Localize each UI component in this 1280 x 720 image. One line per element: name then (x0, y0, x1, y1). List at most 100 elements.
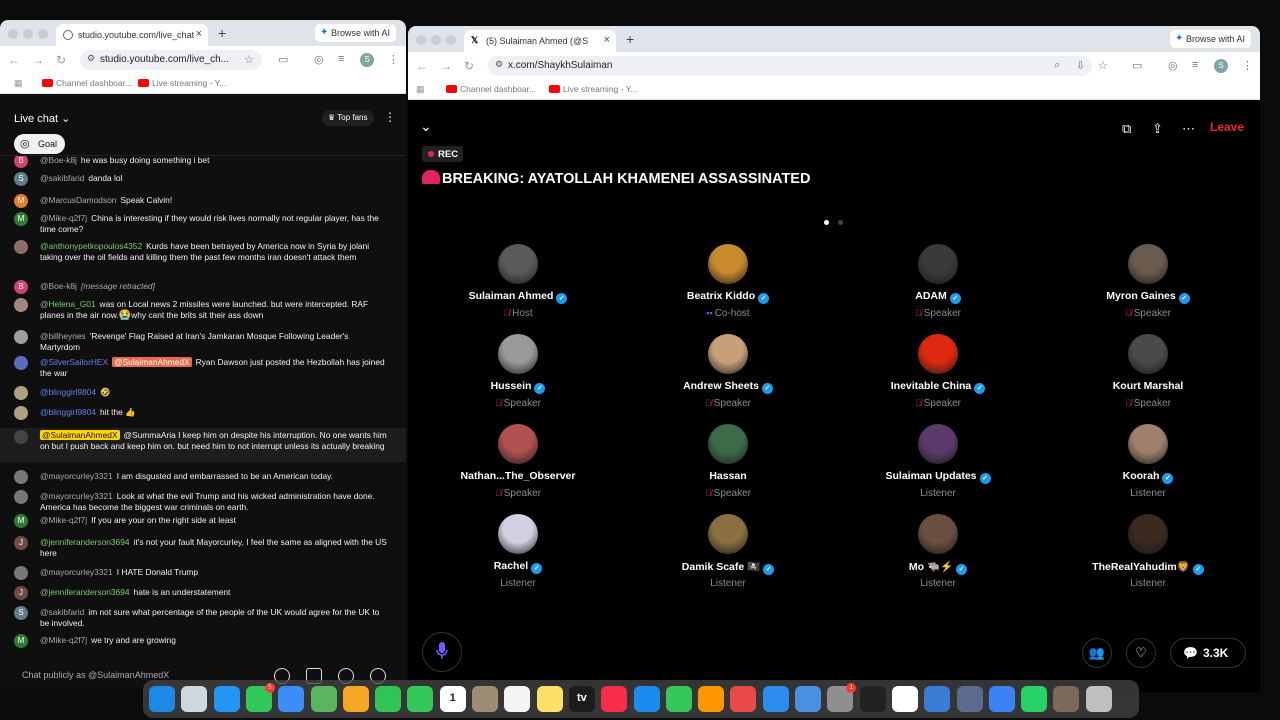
participant-avatar[interactable] (498, 334, 538, 374)
quicktime-icon[interactable] (988, 686, 1015, 712)
zoom-icon[interactable]: ⌕ (1054, 59, 1060, 72)
live-chat-dropdown[interactable]: Live chat ⌄ (14, 112, 70, 125)
author-name[interactable]: @sakibfarid (40, 607, 84, 617)
install-icon[interactable]: ⇩ (1076, 59, 1085, 72)
author-name[interactable]: @mayorcurley3321 (40, 471, 113, 481)
author-avatar[interactable]: M (14, 212, 28, 226)
extension-icon[interactable]: ◎ (1168, 59, 1178, 72)
phone-icon[interactable] (407, 686, 434, 712)
participant-avatar[interactable] (918, 244, 958, 284)
participant-avatar[interactable] (1128, 244, 1168, 284)
participant-avatar[interactable] (1128, 514, 1168, 554)
participant-avatar[interactable] (918, 424, 958, 464)
menu-icon[interactable]: ⋮ (1242, 59, 1253, 72)
author-avatar[interactable]: B (14, 280, 28, 294)
author-name[interactable]: @Boe-k8j (40, 281, 77, 291)
finder-2-icon[interactable] (956, 686, 983, 712)
author-avatar[interactable]: M (14, 194, 28, 208)
bookmark-channel-dashboard[interactable]: Channel dashboar... (446, 84, 536, 94)
chat-message[interactable]: J @jenniferanderson3694 hate is an underst… (0, 586, 406, 606)
chat-message[interactable]: M @MarcusDamodson Speak Calvin! (0, 194, 406, 214)
author-name[interactable]: @sakibfarid (40, 173, 84, 183)
menu-icon[interactable]: ⋮ (388, 53, 399, 66)
tab-live-chat[interactable]: studio.youtube.com/live_chat × (56, 24, 208, 46)
chat-message[interactable]: @mayorcurley3321 Look at what the evil Tr… (0, 490, 406, 512)
bookmark-live-streaming[interactable]: Live streaming - Y... (138, 78, 226, 88)
author-name[interactable]: @anthonypetkopoulos4352 (40, 241, 142, 251)
mention-badge[interactable]: @SulaimanAhmedX (112, 357, 192, 367)
chat-message[interactable]: S @sakibfarid danda lol (0, 172, 406, 192)
close-window-button[interactable] (8, 29, 18, 39)
browse-with-ai-button[interactable]: ✦ Browse with AI (315, 24, 397, 42)
back-icon[interactable]: ← (8, 53, 20, 67)
participant-avatar[interactable] (1128, 424, 1168, 464)
participant-avatar[interactable] (918, 334, 958, 374)
browse-with-ai-button[interactable]: ✦ Browse with AI (1170, 30, 1252, 48)
rocket-icon[interactable] (730, 686, 757, 712)
participant-avatar[interactable] (708, 334, 748, 374)
author-avatar[interactable] (14, 470, 28, 484)
forward-icon[interactable]: → (440, 59, 452, 73)
bookmark-star-icon[interactable]: ☆ (244, 53, 254, 66)
author-avatar[interactable]: S (14, 172, 28, 186)
author-name[interactable]: @Boe-k8j (40, 156, 77, 165)
reminders-icon[interactable] (504, 686, 531, 712)
chat-message[interactable]: B @Boe-k8j [message retracted] (0, 280, 406, 300)
chat-message[interactable]: @SilverSailorHEX @SulaimanAhmedX Ryan Daws… (0, 356, 406, 378)
zoom-window-button[interactable] (38, 29, 48, 39)
chat-message[interactable]: @billheynes 'Revenge' Flag Raised at Iran… (0, 330, 406, 352)
close-window-button[interactable] (416, 35, 426, 45)
share-icon[interactable]: ⇪ (1152, 121, 1163, 137)
close-tab-icon[interactable]: × (604, 34, 610, 46)
chrome-icon[interactable] (891, 686, 918, 712)
author-name[interactable]: @SilverSailorHEX (40, 357, 108, 367)
facetime-icon[interactable] (375, 686, 402, 712)
participant-avatar[interactable] (708, 244, 748, 284)
goal-button[interactable]: ◎ Goal (14, 134, 66, 154)
address-bar[interactable]: ⚙ x.com/ShaykhSulaiman (488, 56, 1092, 76)
author-avatar[interactable] (14, 330, 28, 344)
author-avatar[interactable]: M (14, 514, 28, 528)
author-name[interactable]: @Mike-q2f7j (40, 213, 87, 223)
chat-message[interactable]: J @jenniferanderson3694 it's not your faul… (0, 536, 406, 558)
minimize-space-icon[interactable]: ⌄ (420, 118, 432, 135)
more-icon[interactable]: ⋯ (1182, 121, 1195, 137)
site-info-icon[interactable]: ⚙ (87, 53, 95, 64)
reload-icon[interactable]: ↻ (56, 53, 66, 67)
chat-message-list[interactable]: B @Boe-k8j he was busy doing something i b… (0, 156, 406, 670)
music-icon[interactable] (601, 686, 628, 712)
comments-button[interactable]: 💬 3.3K (1170, 638, 1246, 668)
bookmark-live-streaming[interactable]: Live streaming - Y... (549, 84, 637, 94)
profile-avatar[interactable]: S (360, 53, 374, 67)
author-avatar[interactable] (14, 430, 28, 444)
bookmark-channel-dashboard[interactable]: Channel dashboar... (42, 78, 132, 88)
author-name[interactable]: @Helena_G01 (40, 299, 96, 309)
keynote-icon[interactable] (633, 686, 660, 712)
site-info-icon[interactable]: ⚙ (495, 59, 503, 70)
mail-icon[interactable] (278, 686, 305, 712)
people-icon[interactable]: 👥 (1082, 638, 1112, 668)
author-name[interactable]: @Mike-q2f7j (40, 515, 87, 525)
chat-message[interactable]: M @Mike-q2f7j we try and are growing (0, 634, 406, 654)
bookmark-star-icon[interactable]: ☆ (1098, 59, 1108, 72)
author-avatar[interactable] (14, 356, 28, 370)
tab-x-space[interactable]: 𝕏 (5) Sulaiman Ahmed (@S × (464, 30, 616, 52)
photo-stack-icon[interactable] (1053, 686, 1080, 712)
author-name[interactable]: @billheynes (40, 331, 86, 341)
participant-avatar[interactable] (1128, 334, 1168, 374)
notes-icon[interactable] (536, 686, 563, 712)
chat-message[interactable]: @mayorcurley3321 I am disgusted and embar… (0, 470, 406, 490)
chat-message[interactable]: @blinggirl9804 hit the 👍 (0, 406, 406, 426)
page-dot-active[interactable] (824, 220, 829, 225)
dock-space-icon[interactable]: ⧉ (1122, 121, 1131, 137)
chat-message[interactable]: @mayorcurley3321 I HATE Donald Trump (0, 566, 406, 586)
owner-author-badge[interactable]: @SulaimanAhmedX (40, 430, 120, 440)
pages-icon[interactable] (698, 686, 725, 712)
chat-message[interactable]: @SulaimanAhmedX @SummaAria I keep him on … (0, 428, 406, 462)
author-name[interactable]: @mayorcurley3321 (40, 567, 113, 577)
page-dot[interactable] (838, 220, 843, 225)
chat-message[interactable]: S @sakibfarid im not sure what percentage … (0, 606, 406, 628)
author-avatar[interactable]: J (14, 586, 28, 600)
author-avatar[interactable] (14, 406, 28, 420)
reload-icon[interactable]: ↻ (464, 59, 474, 73)
